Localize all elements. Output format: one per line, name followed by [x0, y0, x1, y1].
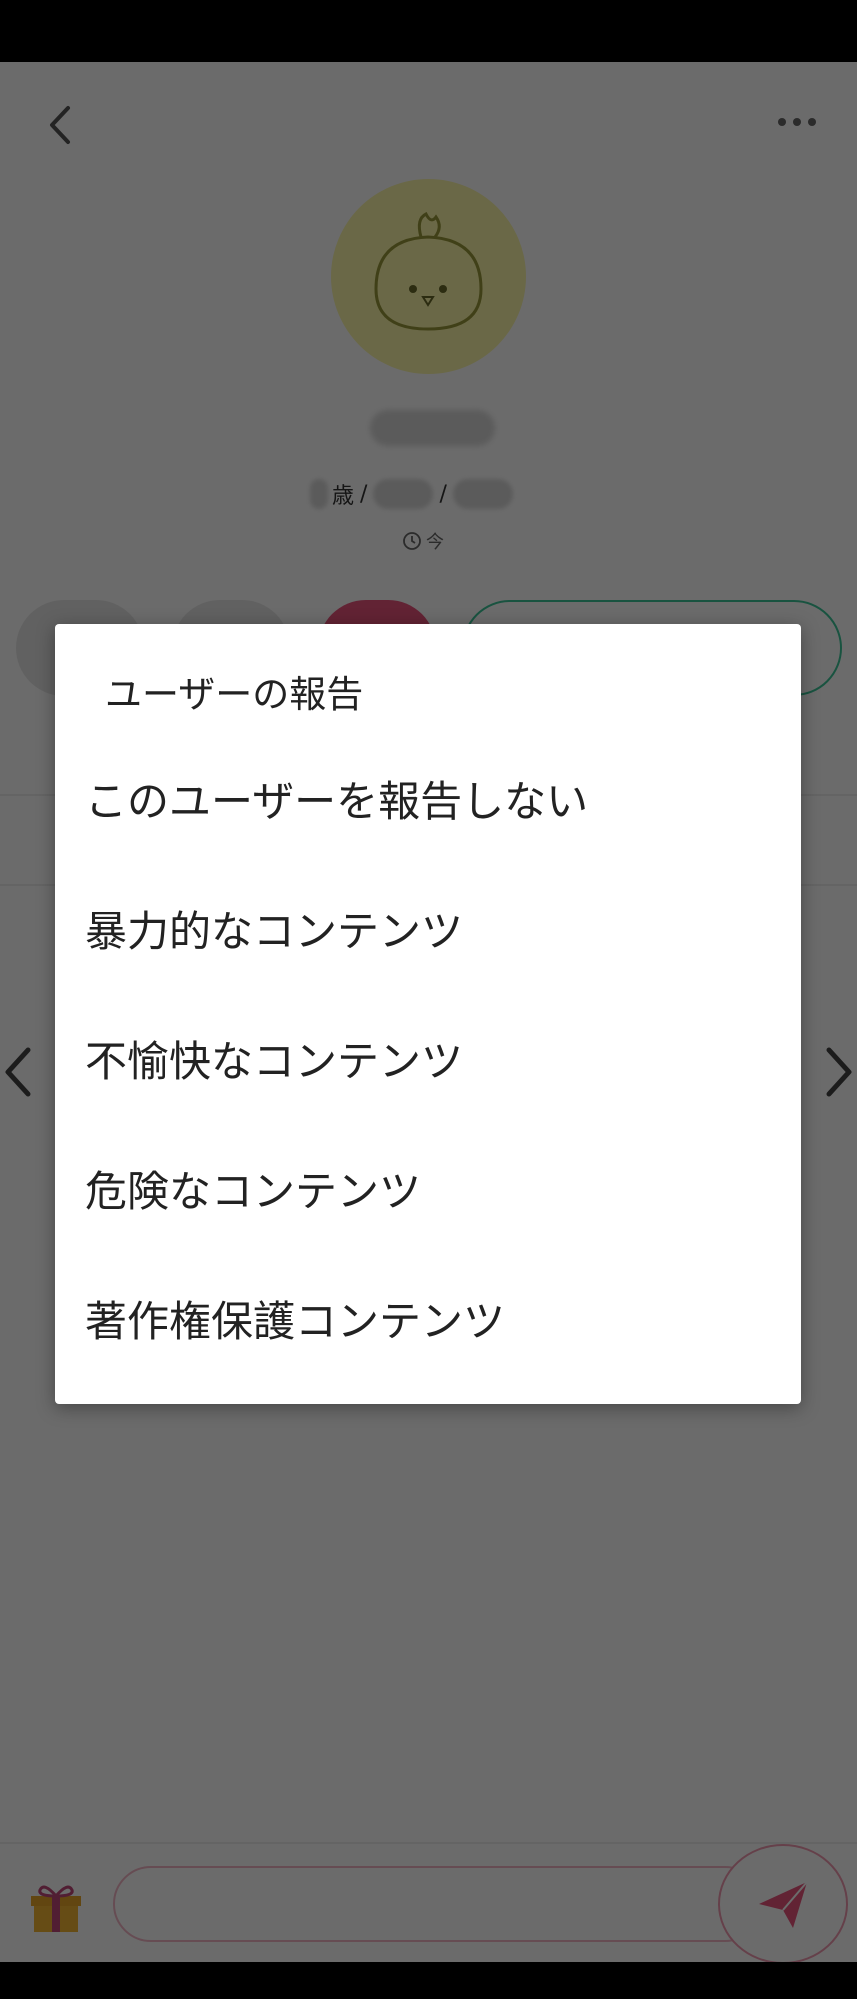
status-bar [0, 0, 857, 62]
option-copyright-content[interactable]: 著作権保護コンテンツ [85, 1263, 775, 1373]
option-offensive-content[interactable]: 不愉快なコンテンツ [85, 1003, 775, 1113]
navigation-bar [0, 1962, 857, 1999]
report-user-dialog: ユーザーの報告 このユーザーを報告しない 暴力的なコンテンツ 不愉快なコンテンツ… [55, 624, 801, 1404]
option-violent-content[interactable]: 暴力的なコンテンツ [85, 873, 775, 983]
option-dangerous-content[interactable]: 危険なコンテンツ [85, 1133, 775, 1243]
option-do-not-report[interactable]: このユーザーを報告しない [85, 743, 775, 853]
dialog-title: ユーザーの報告 [105, 673, 364, 716]
